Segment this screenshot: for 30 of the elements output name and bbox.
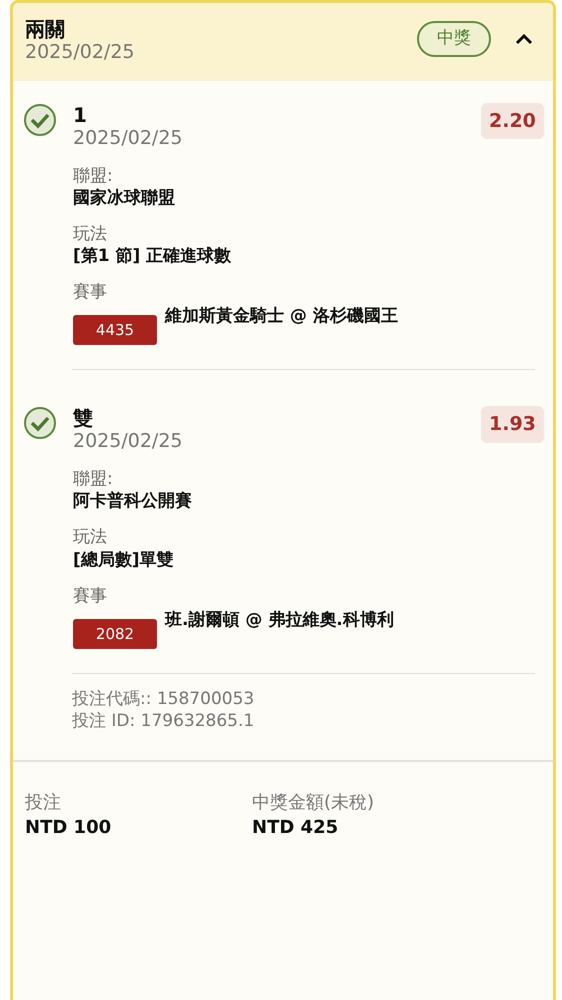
leg-date: 2025/02/25	[73, 430, 184, 454]
field-label: 玩法	[73, 222, 108, 245]
field-label: 玩法	[73, 526, 108, 548]
event-name: 班.謝爾頓 @ 弗拉維奧.科博利	[165, 610, 395, 630]
event-name: 維加斯黃金騎士 @ 洛杉磯國王	[165, 306, 399, 327]
summary-label: 中獎金額(未稅)	[252, 792, 374, 814]
summary-label: 投注	[25, 792, 62, 814]
leg-date: 2025/02/25	[73, 126, 184, 150]
league-name: 國家冰球聯盟	[73, 186, 176, 209]
event-id-badge: 2082	[73, 618, 157, 650]
field-label: 聯盟:	[73, 164, 114, 187]
selection: 1	[73, 102, 88, 127]
summary-value: NTD 100	[25, 816, 112, 840]
collapse-icon[interactable]	[515, 33, 533, 45]
odds-badge: 2.20	[481, 102, 544, 140]
bet-type: 兩關	[25, 17, 66, 41]
market-name: [第1 節] 正確進球數	[73, 244, 232, 267]
field-label: 賽事	[73, 584, 108, 607]
market-name: [總局數]單雙	[73, 548, 175, 571]
odds-badge: 1.93	[481, 406, 544, 443]
status-badge: 中獎	[417, 21, 491, 56]
bet-code: 投注 ID: 179632865.1	[72, 710, 256, 732]
field-label: 賽事	[73, 280, 108, 303]
event-id-badge: 4435	[73, 314, 157, 346]
bet-date: 2025/02/25	[25, 41, 136, 65]
selection: 雙	[73, 406, 94, 430]
bet-code: 投注代碼:: 158700053	[72, 688, 256, 710]
field-label: 聯盟:	[73, 468, 114, 490]
summary-value: NTD 425	[252, 816, 340, 840]
league-name: 阿卡普科公開賽	[73, 490, 193, 512]
